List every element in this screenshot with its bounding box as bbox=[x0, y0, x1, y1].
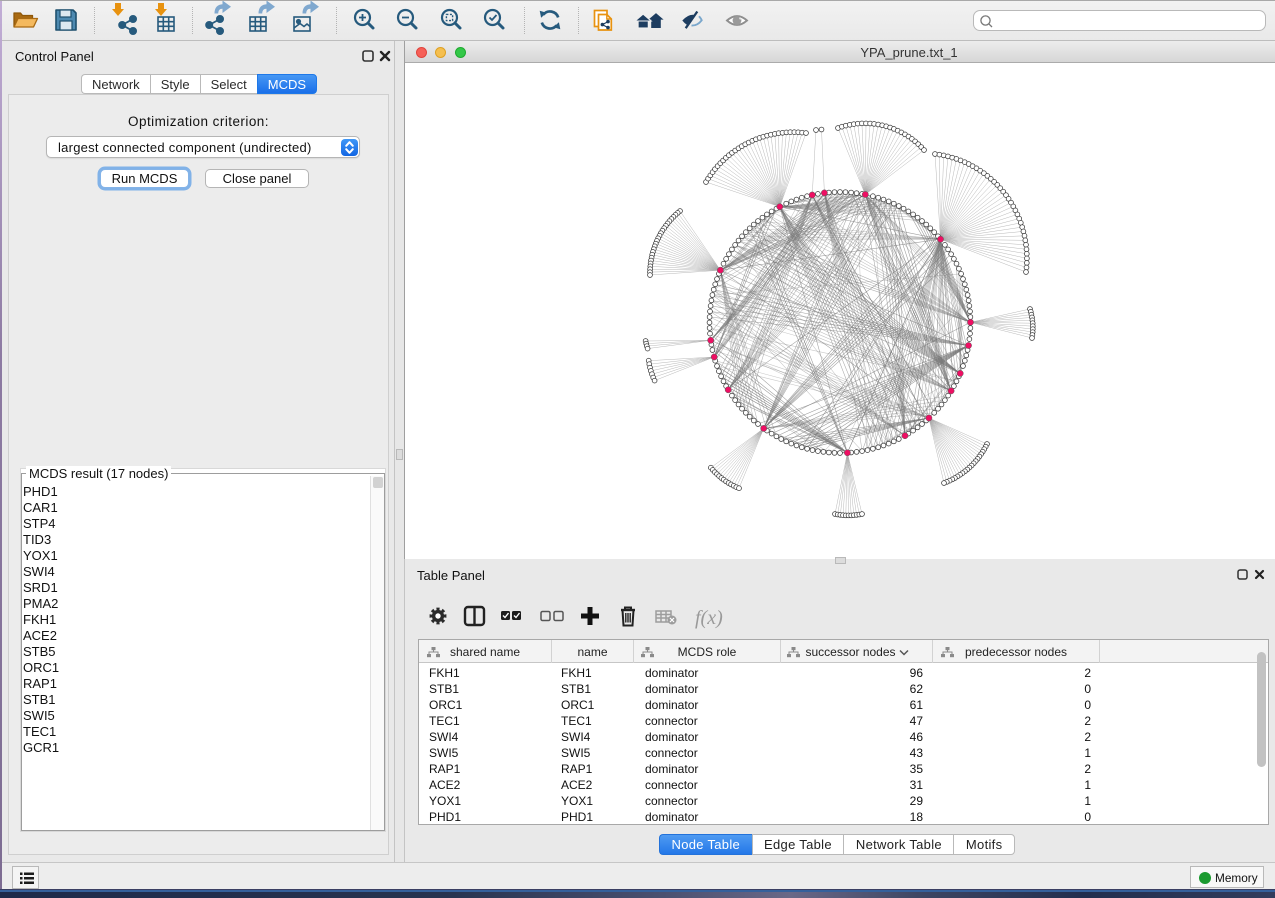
svg-text:f(x): f(x) bbox=[695, 607, 723, 629]
